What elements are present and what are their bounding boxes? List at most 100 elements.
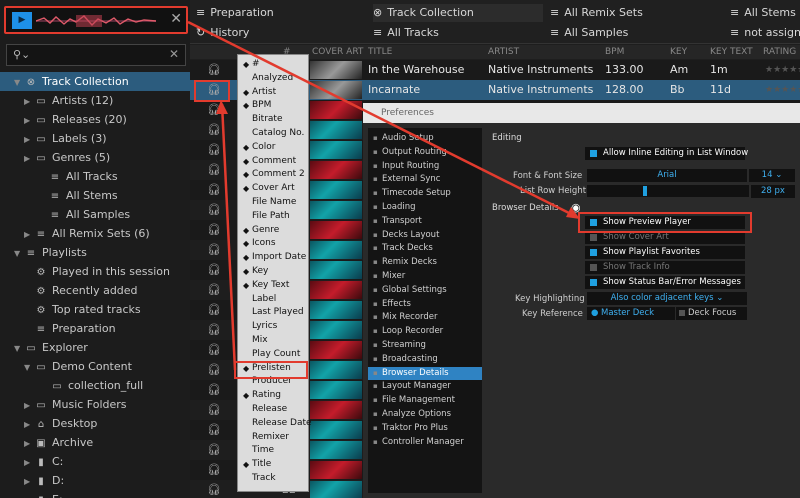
preferences-nav-item[interactable]: ▪ Input Routing (368, 160, 482, 174)
headphone-icon[interactable]: 🎧︎ (207, 300, 221, 320)
key-highlighting-dropdown[interactable]: Also color adjacent keys ⌄ (587, 292, 747, 305)
tree-item[interactable]: ≡ Preparation (0, 319, 190, 338)
font-dropdown[interactable]: Arial (587, 169, 747, 182)
tree-item[interactable]: ▼ ⊗ Track Collection (0, 72, 190, 91)
close-icon[interactable]: ✕ (170, 11, 182, 27)
preferences-nav-item[interactable]: ▪ Streaming (368, 339, 482, 353)
tree-item[interactable]: ▼ ▭ Explorer (0, 338, 190, 357)
col-title[interactable]: TITLE (368, 45, 392, 59)
tree-item[interactable]: ▼ ▭ Demo Content (0, 357, 190, 376)
browser-detail-checkbox[interactable]: Show Playlist Favorites (585, 246, 745, 259)
play-button[interactable]: ▶ (12, 12, 32, 29)
col-cover-art[interactable]: COVER ART (312, 45, 363, 59)
preferences-nav-item[interactable]: ▪ Track Decks (368, 242, 482, 256)
expand-arrow-icon[interactable]: ▶ (24, 130, 34, 149)
col-bpm[interactable]: BPM (605, 45, 624, 59)
headphone-icon[interactable]: 🎧︎ (207, 380, 221, 400)
column-menu-item[interactable]: Release Date (238, 417, 312, 431)
favorite-7[interactable]: ≡ All Stems (730, 4, 796, 22)
column-menu-item[interactable]: ◆ Key Text (238, 279, 310, 293)
preferences-nav-item[interactable]: ▪ Remix Decks (368, 256, 482, 270)
column-menu-item[interactable]: Bitrate (238, 113, 310, 127)
expand-arrow-icon[interactable]: ▶ (24, 111, 34, 130)
tree-item[interactable]: ▭ collection_full (0, 376, 190, 395)
col-key-text[interactable]: KEY TEXT (710, 45, 753, 59)
column-menu-item[interactable]: Lyrics (238, 320, 310, 334)
column-menu-item[interactable]: ◆ Cover Art (238, 182, 310, 196)
favorite-1[interactable]: ≡ Preparation (196, 4, 274, 22)
column-menu-item[interactable]: ◆ Icons (238, 237, 310, 251)
search-input[interactable]: ⚲⌄ ✕ (6, 44, 186, 66)
row-height-slider-thumb[interactable] (643, 186, 647, 196)
tree-item[interactable]: ▶ ⌂ Desktop (0, 414, 190, 433)
column-menu-item[interactable]: Label (238, 293, 310, 307)
column-menu-item[interactable]: Analyzed (238, 72, 310, 86)
tree-item[interactable]: ▶▮ E: (0, 490, 190, 498)
browser-detail-checkbox[interactable]: Show Status Bar/Error Messages (585, 276, 745, 289)
preferences-nav-item[interactable]: ▪ Mix Recorder (368, 311, 482, 325)
expand-arrow-icon[interactable]: ▶ (24, 472, 34, 491)
headphone-icon[interactable]: 🎧︎ (207, 400, 221, 420)
preferences-nav-item[interactable]: ▪ Global Settings (368, 284, 482, 298)
inline-edit-checkbox[interactable]: Allow Inline Editing in List Window (585, 147, 748, 160)
headphone-icon[interactable]: 🎧︎ (207, 200, 221, 220)
column-menu-item[interactable]: ◆ Title (238, 458, 310, 472)
preferences-nav-item[interactable]: ▪ Browser Details (368, 366, 482, 381)
track-rating[interactable]: ★★★★★ (765, 60, 800, 80)
headphone-icon[interactable]: 🎧︎ (207, 440, 221, 460)
tree-item[interactable]: ≡ All Stems (0, 186, 190, 205)
column-menu-item[interactable]: ◆ Comment (238, 155, 310, 169)
column-menu-item[interactable]: ◆ Key (238, 265, 310, 279)
headphone-icon[interactable]: 🎧︎ (207, 420, 221, 440)
headphone-icon[interactable]: 🎧︎ (207, 320, 221, 340)
col-key[interactable]: KEY (670, 45, 687, 59)
preferences-nav-item[interactable]: ▪ Analyze Options (368, 408, 482, 422)
column-menu-item[interactable]: ◆ Comment 2 (238, 168, 310, 182)
column-menu-item[interactable]: ◆ Rating (238, 389, 310, 403)
track-rating[interactable]: ★★★★★ (765, 80, 800, 100)
column-menu-item[interactable]: ◆ Import Date (238, 251, 310, 265)
column-menu-item[interactable]: ◆ # (238, 58, 310, 72)
col-artist[interactable]: ARTIST (488, 45, 519, 59)
expand-arrow-icon[interactable]: ▼ (24, 358, 34, 377)
headphone-icon[interactable]: 🎧︎ (207, 180, 221, 200)
col-rating[interactable]: RATING (763, 45, 796, 59)
headphone-icon[interactable]: 🎧︎ (207, 260, 221, 280)
headphone-icon[interactable]: 🎧︎ (207, 140, 221, 160)
preferences-nav-item[interactable]: ▪ External Sync (368, 173, 482, 187)
tree-item[interactable]: ≡ All Tracks (0, 167, 190, 186)
tree-item[interactable]: ▶ ▭ Music Folders (0, 395, 190, 414)
tree-item[interactable]: ▶ ▭ Genres (5) (0, 148, 190, 167)
column-menu-item[interactable]: Catalog No. (238, 127, 310, 141)
headphone-icon[interactable]: 🎧︎ (207, 480, 221, 498)
column-menu-item[interactable]: Remixer (238, 431, 310, 445)
column-menu-item[interactable]: File Path (238, 210, 310, 224)
preferences-nav-item[interactable]: ▪ Traktor Pro Plus (368, 422, 482, 436)
headphone-icon[interactable]: 🎧︎ (207, 280, 221, 300)
expand-arrow-icon[interactable]: ▶ (24, 396, 34, 415)
preview-waveform[interactable] (36, 13, 156, 29)
headphone-icon[interactable]: 🎧︎ (207, 240, 221, 260)
headphone-icon[interactable]: 🎧︎ (207, 100, 221, 120)
favorite-2[interactable]: ↻ History (196, 24, 249, 42)
preferences-nav-item[interactable]: ▪ Layout Manager (368, 380, 482, 394)
column-menu-item[interactable]: Track (238, 472, 310, 486)
expand-arrow-icon[interactable]: ▶ (24, 434, 34, 453)
preferences-nav-item[interactable]: ▪ Loading (368, 201, 482, 215)
clear-search-icon[interactable]: ✕ (169, 47, 179, 61)
tree-item[interactable]: ⚙ Recently added (0, 281, 190, 300)
expand-arrow-icon[interactable]: ▶ (24, 149, 34, 168)
preferences-nav-item[interactable]: ▪ Mixer (368, 270, 482, 284)
tree-item[interactable]: ▶ ≡ All Remix Sets (6) (0, 224, 190, 243)
tree-item[interactable]: ⚙ Played in this session (0, 262, 190, 281)
column-menu-item[interactable]: Release (238, 403, 310, 417)
font-size-dropdown[interactable]: 14 ⌄ (749, 169, 795, 182)
expand-arrow-icon[interactable]: ▶ (24, 415, 34, 434)
tree-item[interactable]: ▶ ▮ C: (0, 452, 190, 471)
favorite-6[interactable]: ≡ All Samples (550, 24, 628, 42)
column-menu-item[interactable]: Mix (238, 334, 310, 348)
headphone-icon[interactable]: 🎧︎ (207, 160, 221, 180)
favorite-3[interactable]: ⊗ Track Collection (373, 4, 543, 22)
headphone-icon[interactable]: 🎧︎ (207, 60, 221, 80)
tree-item[interactable]: ▶ ▭ Artists (12) (0, 91, 190, 110)
